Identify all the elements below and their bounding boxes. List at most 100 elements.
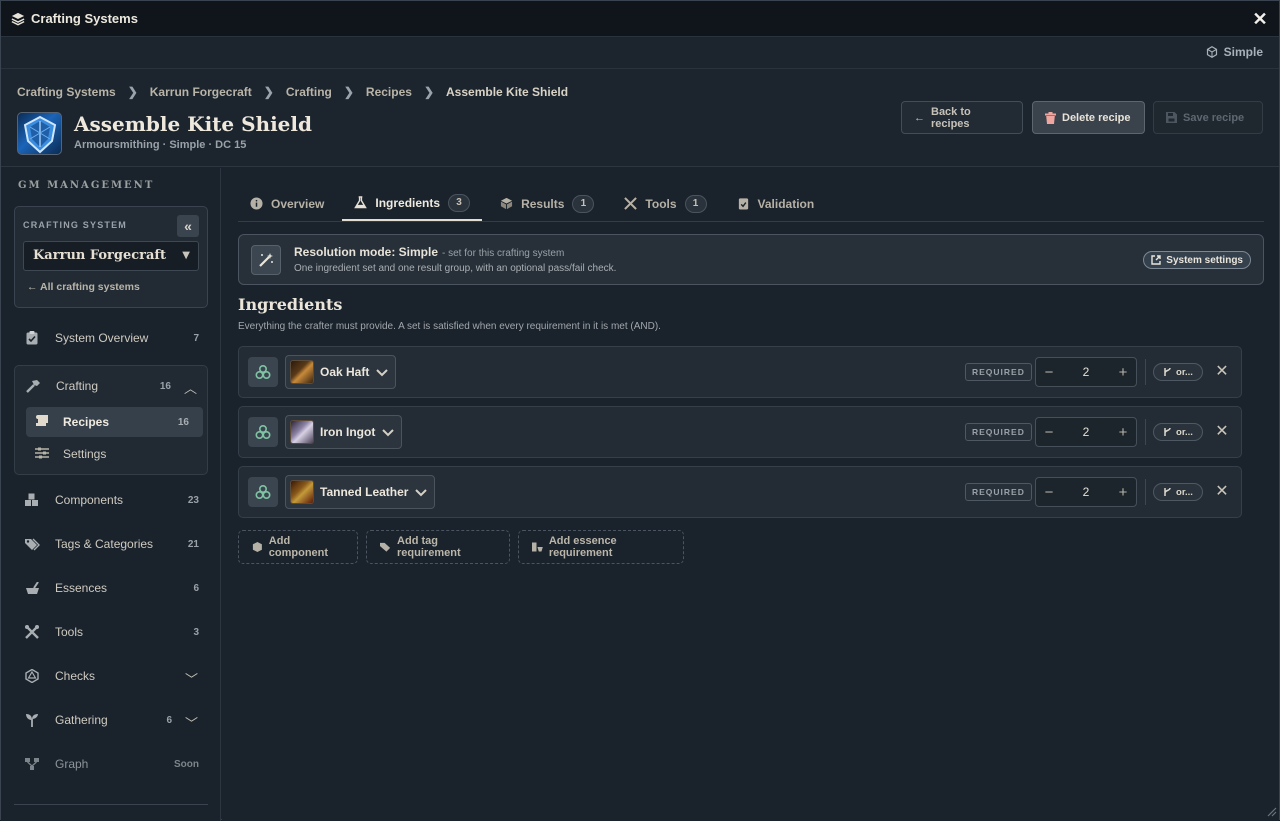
all-link-label: All crafting systems (40, 281, 140, 293)
sidebar-item-label: System Overview (55, 331, 149, 345)
cube-icon (252, 542, 262, 552)
sidebar-item-label: Gathering (55, 713, 108, 727)
breadcrumb-item[interactable]: Crafting Systems (17, 85, 116, 99)
sidebar-item-label: Essences (55, 581, 108, 595)
resolution-description: One ingredient set and one result group,… (294, 263, 617, 274)
divider (1145, 359, 1146, 385)
sidebar-item-crafting[interactable]: Crafting 16 ︿ (15, 366, 207, 406)
add-alternative-button[interactable]: or... (1153, 423, 1203, 441)
add-essence-requirement-button[interactable]: Add essence requirement (518, 530, 684, 564)
info-icon (250, 197, 263, 210)
ingredients-title: Ingredients (238, 295, 343, 314)
back-to-recipes-button[interactable]: ← Back to recipes (901, 101, 1023, 134)
sidebar-item-count: 3 (193, 626, 199, 638)
ingredient-set-icon[interactable] (248, 477, 278, 507)
close-window-button[interactable]: ✕ (1251, 10, 1269, 28)
resolution-note: - set for this crafting system (442, 248, 565, 259)
magic-wand-icon (251, 245, 281, 275)
recipe-subtitle: Armoursmithing · Simple · DC 15 (74, 139, 247, 151)
mode-indicator[interactable]: Simple (1206, 45, 1263, 59)
breadcrumb-item[interactable]: Crafting (286, 85, 332, 99)
main-content: Overview Ingredients 3 Results 1 Tools 1… (222, 168, 1279, 821)
sidebar-item-label: Tools (55, 625, 84, 639)
breadcrumb-item[interactable]: Karrun Forgecraft (150, 85, 252, 99)
save-recipe-button[interactable]: Save recipe (1153, 101, 1263, 134)
remove-ingredient-button[interactable]: ✕ (1213, 423, 1231, 441)
branch-icon (1164, 487, 1171, 496)
crafting-system-select[interactable]: Karrun Forgecraft ▼ (23, 241, 199, 271)
system-settings-label: System settings (1166, 254, 1243, 266)
layers-icon (11, 12, 25, 25)
tab-overview[interactable]: Overview (238, 186, 336, 221)
add-alternative-button[interactable]: or... (1153, 483, 1203, 501)
quantity-value[interactable]: 2 (1062, 365, 1110, 379)
tab-tools[interactable]: Tools 1 (612, 186, 718, 221)
mode-strip: Simple (1, 37, 1279, 69)
component-name: Tanned Leather (320, 485, 409, 499)
sidebar-item-essences[interactable]: Essences 6 (14, 568, 208, 608)
chevron-up-icon: ︿ (183, 381, 197, 396)
tab-results[interactable]: Results 1 (488, 186, 606, 221)
sidebar-item-settings[interactable]: Settings (26, 439, 203, 469)
system-settings-button[interactable]: System settings (1143, 251, 1251, 269)
required-badge: REQUIRED (965, 483, 1032, 501)
caret-down-icon: ▼ (182, 250, 190, 261)
sidebar-item-graph[interactable]: Graph Soon (14, 744, 208, 784)
sidebar-item-label: Tags & Categories (55, 537, 154, 551)
crafting-system-value: Karrun Forgecraft (33, 248, 167, 263)
sidebar-item-tags-categories[interactable]: Tags & Categories 21 (14, 524, 208, 564)
increment-button[interactable]: + (1110, 364, 1136, 381)
ingredient-set-icon[interactable] (248, 417, 278, 447)
increment-button[interactable]: + (1110, 424, 1136, 441)
sidebar-item-gathering[interactable]: Gathering 6 ﹀ (14, 700, 208, 740)
component-select[interactable]: Oak Haft (285, 355, 397, 389)
sidebar-item-system-overview[interactable]: System Overview 7 (14, 318, 208, 358)
collapse-sidebar-icon[interactable]: « (177, 215, 199, 237)
chevron-right-icon: ❯ (263, 85, 274, 99)
tab-ingredients[interactable]: Ingredients 3 (342, 186, 483, 221)
required-badge: REQUIRED (965, 423, 1032, 441)
sidebar-item-count: Soon (174, 758, 199, 770)
cube-icon (1206, 46, 1217, 58)
decrement-button[interactable]: − (1036, 424, 1062, 441)
add-tag-label: Add tag requirement (397, 535, 461, 559)
component-select[interactable]: Iron Ingot (285, 415, 403, 449)
sidebar-item-count: 23 (187, 494, 199, 506)
boxes-icon (24, 492, 40, 508)
chevron-right-icon: ❯ (343, 85, 354, 99)
remove-ingredient-button[interactable]: ✕ (1213, 363, 1231, 381)
title-bar: Crafting Systems ✕ (1, 1, 1279, 37)
sidebar-item-label: Graph (55, 757, 89, 771)
delete-recipe-button[interactable]: Delete recipe (1032, 101, 1145, 134)
remove-ingredient-button[interactable]: ✕ (1213, 483, 1231, 501)
scroll-icon (35, 414, 51, 430)
breadcrumb-item[interactable]: Recipes (366, 85, 412, 99)
recipe-header: Crafting Systems ❯ Karrun Forgecraft ❯ C… (1, 69, 1279, 167)
increment-button[interactable]: + (1110, 484, 1136, 501)
quantity-value[interactable]: 2 (1062, 485, 1110, 499)
sidebar: GM MANAGEMENT CRAFTING SYSTEM « Karrun F… (1, 168, 221, 821)
add-tag-requirement-button[interactable]: Add tag requirement (366, 530, 510, 564)
quantity-value[interactable]: 2 (1062, 425, 1110, 439)
tab-validation[interactable]: Validation (725, 186, 827, 221)
sidebar-item-recipes[interactable]: Recipes 16 (26, 407, 203, 437)
resize-handle-icon[interactable] (1265, 805, 1277, 817)
sidebar-item-label: Settings (63, 447, 107, 461)
add-alternative-button[interactable]: or... (1153, 363, 1203, 381)
ingredient-row: Iron Ingot REQUIRED − 2 + or... ✕ (238, 406, 1242, 458)
sidebar-item-checks[interactable]: Checks ﹀ (14, 656, 208, 696)
ingredient-set-icon[interactable] (248, 357, 278, 387)
decrement-button[interactable]: − (1036, 364, 1062, 381)
add-component-button[interactable]: Add component (238, 530, 358, 564)
sidebar-divider (14, 804, 208, 805)
all-crafting-systems-link[interactable]: ← All crafting systems (27, 281, 140, 293)
tab-label: Ingredients (375, 195, 441, 210)
essence-icon (532, 542, 543, 552)
sidebar-item-components[interactable]: Components 23 (14, 480, 208, 520)
kite-shield-image (17, 112, 62, 155)
decrement-button[interactable]: − (1036, 484, 1062, 501)
component-select[interactable]: Tanned Leather (285, 475, 436, 509)
ingredient-row: Tanned Leather REQUIRED − 2 + or... ✕ (238, 466, 1242, 518)
sidebar-item-tools[interactable]: Tools 3 (14, 612, 208, 652)
delete-label: Delete recipe (1062, 111, 1131, 124)
